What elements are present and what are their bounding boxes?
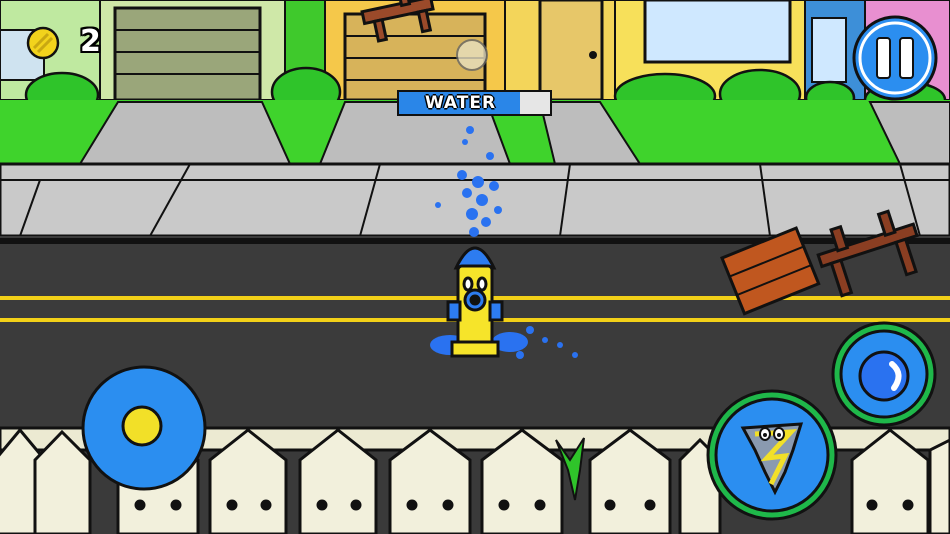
coin-count: 2: [80, 24, 101, 59]
splash-button[interactable]: [830, 320, 938, 428]
game-stage: 2 WATER: [0, 0, 950, 534]
pause-button[interactable]: [851, 14, 939, 102]
movement-joystick[interactable]: [80, 364, 208, 492]
sidewalk: [0, 162, 950, 238]
water-drop-icon: [858, 350, 910, 402]
coin-icon: [26, 26, 60, 60]
joystick-thumb-icon[interactable]: [121, 405, 163, 447]
tornado-button[interactable]: [705, 388, 839, 522]
water-meter-label: WATER: [424, 93, 497, 113]
water-meter: WATER: [397, 90, 552, 116]
